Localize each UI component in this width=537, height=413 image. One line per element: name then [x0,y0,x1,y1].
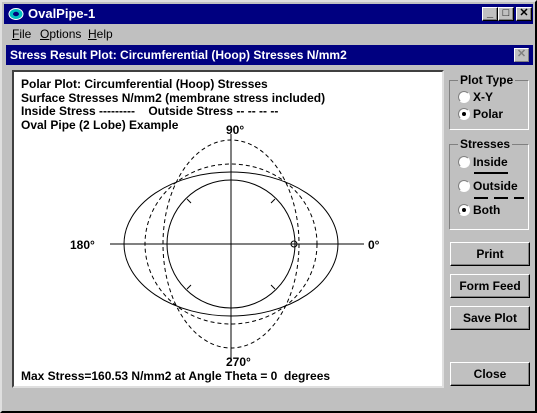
radio-both-label: Both [473,203,501,217]
angle-label-180: 180° [70,238,95,252]
radio-xy[interactable]: X-Y [458,90,493,104]
print-button[interactable]: Print [450,242,530,266]
close-button[interactable]: Close [450,362,530,386]
outside-line-sample [474,197,524,199]
menu-help-label: elp [96,27,113,41]
radio-polar-label: Polar [473,107,504,121]
radio-polar-indicator[interactable] [458,108,470,120]
menu-options-label: ptions [49,27,82,41]
menu-help-accel: H [88,27,97,41]
stresses-group: Stresses Inside Outside Both [449,137,529,230]
app-window: OvalPipe-1 _ □ ✕ File Options Help Stres… [0,0,537,413]
save-plot-button[interactable]: Save Plot [450,306,530,330]
radio-xy-indicator[interactable] [458,91,470,103]
menu-file[interactable]: File [12,27,31,41]
polar-plot-area: Polar Plot: Circumferential (Hoop) Stres… [12,70,444,388]
radio-outside-indicator[interactable] [458,180,470,192]
radio-outside-label: Outside [473,179,518,193]
window-title: OvalPipe-1 [28,6,96,21]
plot-type-group: Plot Type X-Y Polar [449,73,529,130]
radio-both[interactable]: Both [458,203,500,217]
dialog-title: Stress Result Plot: Circumferential (Hoo… [10,48,347,62]
angle-label-270: 270° [226,355,251,369]
radio-both-indicator[interactable] [458,204,470,216]
maximize-button[interactable]: □ [498,7,514,21]
radio-inside-label: Inside [473,155,508,169]
polar-plot-svg [110,134,364,359]
menu-options-accel: O [40,27,50,41]
minimize-button[interactable]: _ [482,7,498,21]
menu-options[interactable]: Options [40,27,81,41]
angle-label-90: 90° [226,123,245,137]
menu-bar: File Options Help [4,25,533,43]
close-window-button[interactable]: ✕ [516,7,532,21]
stresses-title: Stresses [458,137,513,151]
plot-type-title: Plot Type [458,73,516,87]
title-bar[interactable]: OvalPipe-1 _ □ ✕ [4,4,533,24]
radio-xy-label: X-Y [473,90,494,104]
form-feed-button[interactable]: Form Feed [450,274,530,298]
menu-help[interactable]: Help [88,27,113,41]
angle-label-0: 0° [368,238,380,252]
menu-file-label: ile [19,27,32,41]
radio-inside[interactable]: Inside [458,155,508,169]
radio-inside-indicator[interactable] [458,156,470,168]
max-stress-readout: Max Stress=160.53 N/mm2 at Angle Theta =… [21,369,331,383]
dialog-title-bar: Stress Result Plot: Circumferential (Hoo… [6,45,533,65]
radio-polar[interactable]: Polar [458,107,503,121]
inside-line-sample [474,172,508,174]
radio-outside[interactable]: Outside [458,179,518,193]
dialog-close-icon[interactable]: ✕ [514,48,529,62]
pipe-app-icon [8,8,24,20]
